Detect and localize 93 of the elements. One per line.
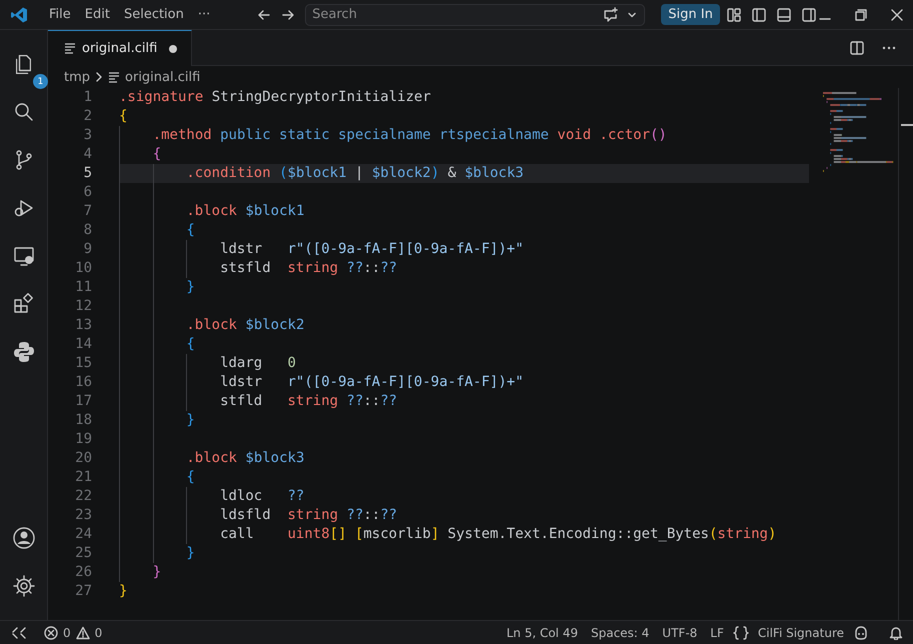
code-line: { [119,145,162,164]
layout-icon[interactable] [726,6,742,22]
split-editor-icon[interactable] [849,40,865,56]
close-icon[interactable] [891,8,903,20]
line-number: 12 [74,297,92,316]
line-number: 11 [74,278,92,297]
code-line: .signature StringDecryptorInitializer [119,88,431,107]
line-number: 18 [74,411,92,430]
code-line: { [119,468,195,487]
line-number: 14 [74,335,92,354]
bell-icon[interactable] [889,626,903,640]
line-number: 5 [82,164,92,183]
line-number: 7 [82,202,92,221]
line-number: 1 [82,88,92,107]
line-number: 23 [74,506,92,525]
language-mode[interactable]: CilFi Signature [754,626,848,640]
code-line: .block $block2 [119,316,304,335]
more-menu[interactable]: ··· [190,4,218,25]
line-number: 17 [74,392,92,411]
breadcrumb-item[interactable]: tmp [64,70,90,84]
error-count[interactable]: 0 [63,626,71,640]
python-icon[interactable] [12,340,36,364]
line-number: 26 [74,563,92,582]
code-line: ldarg 0 [119,354,296,373]
braces-icon [732,626,749,640]
line-number: 8 [82,221,92,240]
code-line: ldloc ?? [119,487,304,506]
search-field[interactable]: Search [305,4,646,26]
code-line: { [119,221,195,240]
line-number: 24 [74,525,92,544]
line-number: 19 [74,430,92,449]
line-number: 21 [74,468,92,487]
warning-count[interactable]: 0 [94,626,102,640]
sign-in-button[interactable]: Sign In [661,4,720,25]
line-number: 6 [82,183,92,202]
editor-tab[interactable]: original.cilfi [48,30,192,66]
status-item[interactable]: Spaces: 4 [586,626,654,640]
menu-item[interactable]: Edit [78,4,117,25]
line-number: 20 [74,449,92,468]
status-item[interactable]: LF [706,626,728,640]
logo-icon [10,6,28,24]
line-number: 3 [82,126,92,145]
count-badge: 1 [33,74,48,89]
back-arrow-icon[interactable] [257,8,272,22]
code-line: ldsfld string ??::?? [119,506,398,525]
file-icon [64,42,76,55]
line-number: 25 [74,544,92,563]
line-number: 4 [82,145,92,164]
chat-sparkle-icon[interactable] [603,6,620,22]
account-icon[interactable] [12,526,36,550]
forward-arrow-icon[interactable] [281,8,296,22]
code-line: .method public static specialname rtspecialname void .cctor() [119,126,667,145]
code-line: call uint8[] [mscorlib] System.Text.Encoding::get_Bytes(string) [119,525,776,544]
settings-icon[interactable] [12,574,36,598]
code-line: } [119,582,128,601]
error-icon [44,626,58,640]
code-line: .condition ($block1 | $block2) & $block3 [119,164,524,183]
code-line: { [119,335,195,354]
left-panel-icon[interactable] [750,6,767,22]
code-line: stfld string ??::?? [119,392,398,411]
line-number: 15 [74,354,92,373]
code-line: } [119,411,195,430]
right-panel-icon[interactable] [800,6,817,22]
code-line: } [119,563,162,582]
code-line: { [119,107,128,126]
scrollbar[interactable] [898,88,913,620]
copilot-icon[interactable] [853,626,869,640]
breadcrumb-item[interactable]: original.cilfi [125,70,200,84]
line-number: 27 [74,582,92,601]
bottom-panel-icon[interactable] [776,6,792,22]
file-icon [108,70,120,84]
code-line: ldstr r"([0-9a-fA-F][0-9a-fA-F])+" [119,373,524,392]
code-line: .block $block3 [119,449,304,468]
line-number: 9 [82,240,92,259]
line-number: 2 [82,107,92,126]
restore-icon[interactable] [855,8,867,20]
warning-icon [76,626,90,640]
line-number: 16 [74,373,92,392]
menu-item[interactable]: File [42,4,78,25]
code-line: .block $block1 [119,202,304,221]
files-icon[interactable] [16,54,31,74]
code-line: } [119,544,195,563]
remote-icon[interactable] [12,626,26,640]
status-item[interactable]: UTF-8 [658,626,702,640]
menu-item[interactable]: Selection [116,4,191,25]
status-item[interactable]: Ln 5, Col 49 [502,626,582,640]
code-line: stsfld string ??::?? [119,259,398,278]
chevron-right-icon [95,72,104,82]
line-number: 10 [74,259,92,278]
code-line: ldstr r"([0-9a-fA-F][0-9a-fA-F])+" [119,240,524,259]
code-line: } [119,278,195,297]
line-number: 13 [74,316,92,335]
line-number: 22 [74,487,92,506]
